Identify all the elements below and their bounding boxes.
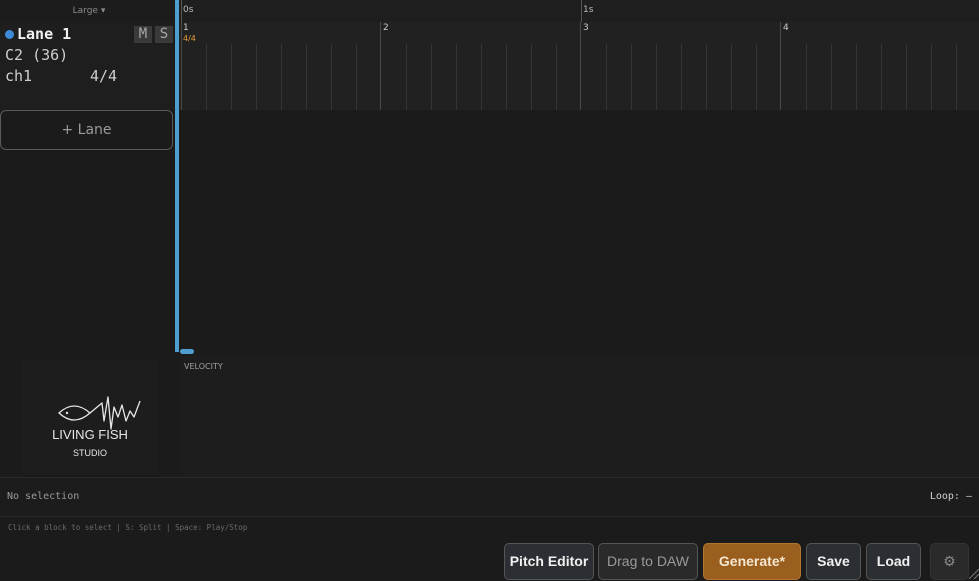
beat-line	[531, 44, 532, 110]
save-button[interactable]: Save	[806, 543, 861, 580]
loop-status: Loop: –	[929, 491, 972, 502]
bar-label-2: 2	[383, 23, 389, 33]
add-lane-button[interactable]: + Lane	[0, 110, 173, 150]
time-marker-1s: 1s	[583, 5, 594, 15]
beat-line	[406, 44, 407, 110]
beat-line	[881, 44, 882, 110]
bar-line	[380, 22, 381, 110]
beat-line	[856, 44, 857, 110]
gear-icon: ⚙	[943, 553, 956, 569]
beat-line	[956, 44, 957, 110]
beat-line	[906, 44, 907, 110]
zoom-select[interactable]: Large ▾	[0, 0, 178, 22]
ruler-tick	[181, 0, 182, 22]
keyboard-hint: Click a block to select | S: Split | Spa…	[8, 523, 248, 532]
ruler-tick	[581, 0, 582, 22]
solo-button[interactable]: S	[155, 26, 173, 43]
bar-label-4: 4	[783, 23, 789, 33]
resize-grip-icon[interactable]	[967, 567, 979, 579]
pitch-editor-button[interactable]: Pitch Editor	[504, 543, 594, 580]
bar-line	[181, 22, 182, 110]
logo-name: LIVING FISH	[52, 427, 128, 442]
beat-line	[456, 44, 457, 110]
beat-line	[306, 44, 307, 110]
beat-line	[756, 44, 757, 110]
beat-line	[931, 44, 932, 110]
fish-logo-icon	[58, 396, 141, 430]
logo-subtitle: STUDIO	[72, 448, 107, 458]
beat-line	[681, 44, 682, 110]
bar-label-3: 3	[583, 23, 589, 33]
beat-line	[331, 44, 332, 110]
status-bar	[0, 477, 979, 517]
selection-status: No selection	[7, 491, 80, 502]
bar-label-1: 1	[183, 23, 189, 33]
bar-line	[580, 22, 581, 110]
time-marker-0s: 0s	[183, 5, 194, 15]
beat-line	[431, 44, 432, 110]
beat-line	[231, 44, 232, 110]
lane-color-dot	[5, 30, 14, 39]
drag-to-daw-button[interactable]: Drag to DAW	[598, 543, 698, 580]
beat-line	[556, 44, 557, 110]
load-button[interactable]: Load	[866, 543, 921, 580]
beat-line	[731, 44, 732, 110]
lane-grid[interactable]: 1 2 3 4	[179, 22, 979, 110]
time-signature-marker[interactable]: 4/4	[183, 34, 196, 43]
generate-button[interactable]: Generate*	[703, 543, 801, 580]
beat-line	[706, 44, 707, 110]
beat-line	[631, 44, 632, 110]
lane-area-empty[interactable]	[179, 110, 979, 354]
velocity-label: VELOCITY	[184, 362, 223, 371]
lane-meter: 4/4	[90, 67, 118, 85]
beat-line	[356, 44, 357, 110]
beat-line	[506, 44, 507, 110]
velocity-panel[interactable]	[181, 356, 979, 476]
bar-line	[780, 22, 781, 110]
playhead-handle[interactable]	[180, 349, 194, 354]
beat-line	[806, 44, 807, 110]
beat-line	[831, 44, 832, 110]
beat-line	[656, 44, 657, 110]
lane-name[interactable]: Lane 1	[17, 25, 71, 43]
beat-line	[256, 44, 257, 110]
lane-note: C2 (36)	[5, 46, 69, 64]
time-ruler[interactable]: 0s 1s	[179, 0, 979, 22]
beat-line	[281, 44, 282, 110]
beat-line	[206, 44, 207, 110]
mute-button[interactable]: M	[134, 26, 152, 43]
beat-line	[606, 44, 607, 110]
beat-line	[481, 44, 482, 110]
settings-button[interactable]: ⚙	[930, 543, 969, 580]
playhead[interactable]	[175, 0, 179, 352]
lane-channel: ch1	[5, 67, 33, 85]
